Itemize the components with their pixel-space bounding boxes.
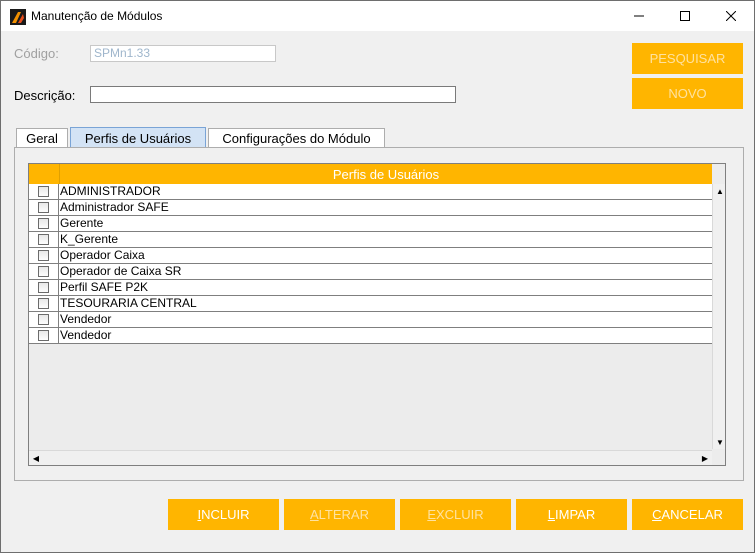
table-row[interactable]: Gerente — [29, 216, 712, 232]
table-row[interactable]: Perfil SAFE P2K — [29, 280, 712, 296]
maximize-icon — [680, 11, 690, 21]
descricao-field[interactable] — [90, 86, 456, 103]
vertical-scrollbar[interactable]: ▲ ▼ — [712, 184, 725, 449]
table-row[interactable]: TESOURARIA CENTRAL — [29, 296, 712, 312]
tab-configuracoes-do-modulo[interactable]: Configurações do Módulo — [208, 128, 385, 148]
tab-perfis-de-usuarios[interactable]: Perfis de Usuários — [70, 127, 206, 148]
minimize-button[interactable] — [616, 1, 662, 31]
checkbox-cell — [29, 216, 59, 231]
row-checkbox[interactable] — [38, 186, 49, 197]
row-label: Gerente — [60, 216, 104, 230]
grid-header-corner — [29, 164, 60, 184]
limpar-button[interactable]: L IMPAR — [516, 499, 627, 530]
alterar-label: LTERAR — [318, 507, 369, 522]
row-checkbox[interactable] — [38, 250, 49, 261]
excluir-label: XCLUIR — [435, 507, 484, 522]
table-row[interactable]: Vendedor — [29, 328, 712, 344]
app-logo-icon — [10, 9, 26, 25]
checkbox-cell — [29, 248, 59, 263]
main-window: Manutenção de Módulos Código: SPMn1.33 D… — [0, 0, 755, 553]
row-checkbox[interactable] — [38, 266, 49, 277]
grid-header-title[interactable]: Perfis de Usuários — [60, 164, 712, 184]
checkbox-cell — [29, 184, 59, 199]
descricao-label: Descrição: — [14, 88, 76, 103]
row-checkbox[interactable] — [38, 314, 49, 325]
minimize-icon — [634, 15, 644, 17]
window-title: Manutenção de Módulos — [31, 9, 163, 23]
table-row[interactable]: Operador Caixa — [29, 248, 712, 264]
scroll-right-arrow-icon[interactable]: ▶ — [698, 451, 712, 465]
limpar-label: IMPAR — [555, 507, 596, 522]
checkbox-cell — [29, 200, 59, 215]
maximize-button[interactable] — [662, 1, 708, 31]
row-checkbox[interactable] — [38, 218, 49, 229]
row-label: Perfil SAFE P2K — [60, 280, 149, 294]
checkbox-cell — [29, 280, 59, 295]
row-label: Operador de Caixa SR — [60, 264, 182, 278]
table-row[interactable]: Administrador SAFE — [29, 200, 712, 216]
cancelar-label: ANCELAR — [661, 507, 723, 522]
alterar-button[interactable]: A LTERAR — [284, 499, 395, 530]
novo-button[interactable]: NOVO — [632, 78, 743, 109]
row-label: Vendedor — [60, 312, 112, 326]
close-icon — [726, 11, 736, 21]
row-label: Vendedor — [60, 328, 112, 342]
scroll-left-arrow-icon[interactable]: ◀ — [29, 451, 43, 465]
checkbox-cell — [29, 296, 59, 311]
checkbox-cell — [29, 312, 59, 327]
close-button[interactable] — [708, 1, 754, 31]
row-label: Administrador SAFE — [60, 200, 169, 214]
row-checkbox[interactable] — [38, 282, 49, 293]
scroll-up-arrow-icon[interactable]: ▲ — [713, 184, 725, 198]
excluir-mnemonic: E — [427, 507, 436, 522]
alterar-mnemonic: A — [310, 507, 319, 522]
incluir-label: NCLUIR — [201, 507, 250, 522]
title-bar[interactable]: Manutenção de Módulos — [1, 1, 754, 31]
row-checkbox[interactable] — [38, 298, 49, 309]
excluir-button[interactable]: E XCLUIR — [400, 499, 511, 530]
row-label: K_Gerente — [60, 232, 119, 246]
cancelar-mnemonic: C — [652, 507, 662, 522]
checkbox-cell — [29, 232, 59, 247]
scroll-down-arrow-icon[interactable]: ▼ — [713, 435, 725, 449]
checkbox-cell — [29, 264, 59, 279]
row-checkbox[interactable] — [38, 234, 49, 245]
row-checkbox[interactable] — [38, 330, 49, 341]
row-label: TESOURARIA CENTRAL — [60, 296, 197, 310]
incluir-button[interactable]: I NCLUIR — [168, 499, 279, 530]
table-row[interactable]: Operador de Caixa SR — [29, 264, 712, 280]
grid-rows: ADMINISTRADOR Administrador SAFE Gerente… — [29, 184, 712, 344]
row-label: Operador Caixa — [60, 248, 145, 262]
codigo-field[interactable]: SPMn1.33 — [90, 45, 276, 62]
limpar-mnemonic: L — [547, 507, 555, 522]
codigo-label: Código: — [14, 46, 59, 61]
pesquisar-button[interactable]: PESQUISAR — [632, 43, 743, 74]
grid-header: Perfis de Usuários — [29, 164, 712, 184]
table-row[interactable]: Vendedor — [29, 312, 712, 328]
tab-geral[interactable]: Geral — [16, 128, 68, 148]
horizontal-scrollbar[interactable]: ◀ ▶ — [29, 450, 712, 465]
row-label: ADMINISTRADOR — [60, 184, 161, 198]
perfis-grid: Perfis de Usuários ADMINISTRADOR Adminis… — [28, 163, 726, 466]
checkbox-cell — [29, 328, 59, 343]
cancelar-button[interactable]: C ANCELAR — [632, 499, 743, 530]
table-row[interactable]: ADMINISTRADOR — [29, 184, 712, 200]
row-checkbox[interactable] — [38, 202, 49, 213]
table-row[interactable]: K_Gerente — [29, 232, 712, 248]
